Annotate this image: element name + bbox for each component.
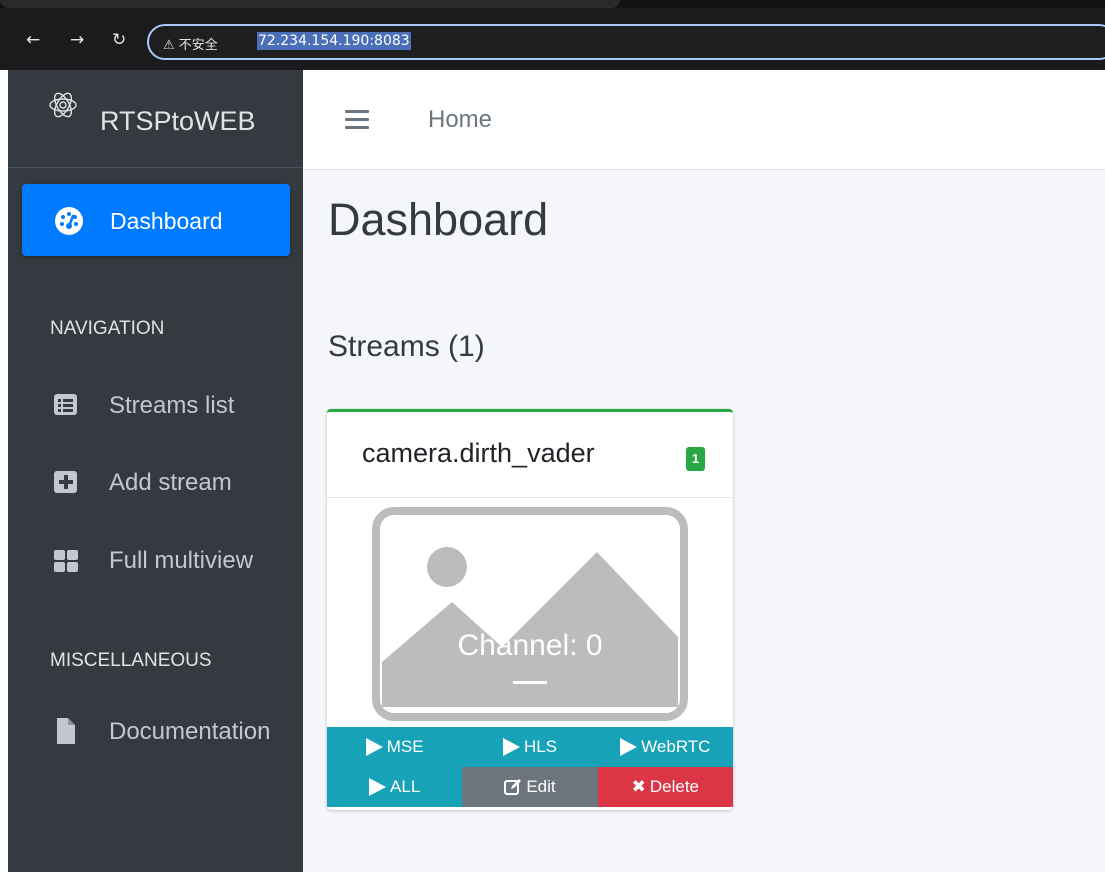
hamburger-menu-icon[interactable]: [345, 110, 369, 129]
back-arrow-icon[interactable]: ←: [26, 30, 40, 50]
reload-icon[interactable]: ↻: [112, 30, 126, 50]
play-hls-button[interactable]: HLS: [462, 727, 598, 767]
button-label: Edit: [526, 777, 556, 796]
streams-heading: Streams (1): [328, 330, 485, 363]
brand-text: RTSPtoWEB: [100, 106, 256, 136]
button-label: HLS: [523, 737, 558, 756]
address-bar[interactable]: ⚠ 不安全 72.234.154.190:8083: [147, 24, 1105, 60]
sidebar-item-label: Streams list: [109, 392, 235, 419]
play-webrtc-button[interactable]: WebRTC: [597, 727, 733, 767]
image-placeholder-icon: [372, 507, 688, 721]
button-label: WebRTC: [641, 737, 711, 756]
url-text[interactable]: 72.234.154.190:8083: [257, 32, 411, 50]
nav-section-header: NAVIGATION: [50, 318, 165, 339]
brand-logo-icon: [49, 92, 77, 118]
home-link[interactable]: Home: [428, 106, 492, 134]
th-large-icon: [54, 550, 78, 572]
edit-button[interactable]: Edit: [462, 767, 598, 807]
sidebar-item-dashboard[interactable]: Dashboard: [22, 184, 290, 256]
browser-tab-strip: [0, 0, 1105, 8]
nav-section-header: MISCELLANEOUS: [50, 650, 212, 671]
play-icon: [620, 738, 638, 756]
list-alt-icon: [54, 394, 77, 415]
sidebar: RTSPtoWEB Dashboard NAVIGATION Streams l…: [8, 70, 303, 872]
button-label: MSE: [386, 737, 424, 756]
play-all-button[interactable]: ALL: [327, 767, 463, 807]
play-icon: [369, 778, 387, 796]
sidebar-item-label: Documentation: [109, 718, 271, 745]
browser-toolbar: ← → ↻ ⚠ 不安全 72.234.154.190:8083: [0, 0, 1105, 70]
tachometer-icon: [55, 207, 83, 235]
channel-dash: [513, 681, 547, 684]
channel-label: Channel: 0: [457, 629, 603, 662]
stream-card: camera.dirth_vader 1 Channel: 0 MSE HLS: [327, 409, 733, 810]
edit-icon: [504, 779, 522, 795]
sidebar-item-full-multiview[interactable]: Full multiview: [8, 537, 303, 585]
times-icon: ✖: [631, 777, 646, 797]
stream-preview[interactable]: Channel: 0: [327, 499, 733, 725]
card-header: camera.dirth_vader 1: [327, 412, 733, 498]
page-title: Dashboard: [328, 194, 549, 245]
content-wrapper: Dashboard Streams (1) camera.dirth_vader…: [303, 170, 1105, 872]
brand-link[interactable]: RTSPtoWEB: [8, 70, 303, 168]
play-mse-button[interactable]: MSE: [327, 727, 463, 767]
security-warning[interactable]: ⚠ 不安全: [163, 34, 218, 53]
button-label: ALL: [390, 777, 421, 796]
play-icon: [365, 738, 383, 756]
sidebar-item-streams-list[interactable]: Streams list: [8, 382, 303, 430]
sidebar-item-label: Add stream: [109, 469, 232, 496]
play-icon: [502, 738, 520, 756]
sidebar-item-add-stream[interactable]: Add stream: [8, 459, 303, 507]
sidebar-item-documentation[interactable]: Documentation: [8, 708, 303, 756]
plus-square-icon: [54, 471, 77, 493]
file-icon: [57, 718, 75, 744]
browser-tab[interactable]: [0, 0, 620, 8]
button-label: Delete: [649, 777, 700, 796]
sidebar-item-label: Full multiview: [109, 547, 254, 574]
player-button-row: MSE HLS WebRTC: [327, 727, 733, 767]
channel-count-badge: 1: [686, 447, 705, 471]
forward-arrow-icon[interactable]: →: [70, 30, 84, 50]
sidebar-item-label: Dashboard: [110, 208, 223, 234]
delete-button[interactable]: ✖ Delete: [597, 767, 733, 807]
stream-name: camera.dirth_vader: [362, 438, 595, 468]
top-navbar: Home: [303, 70, 1105, 170]
action-button-row: ALL Edit ✖ Delete: [327, 767, 733, 807]
